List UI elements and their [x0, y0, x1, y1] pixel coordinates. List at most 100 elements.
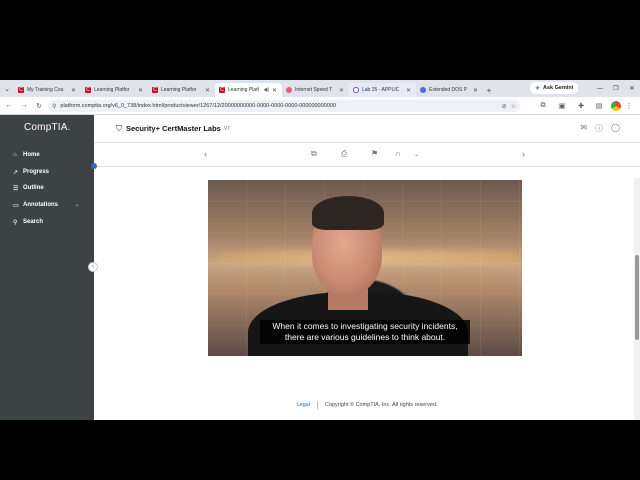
progress-dot — [91, 163, 97, 169]
tab-label: Internet Speed T — [295, 87, 333, 93]
chevron-down-icon[interactable]: ⌄ — [75, 202, 79, 208]
tab-label: Learning Platf — [228, 87, 259, 93]
tab-learning-platform-1[interactable]: C Learning Platfor ✕ — [81, 83, 148, 97]
gemini-icon: ✦ — [535, 85, 541, 92]
sidepanel-icon[interactable]: ▤ — [593, 100, 605, 112]
gauge-icon — [286, 87, 292, 93]
extension-puzzle-icon[interactable]: ✚ — [575, 100, 587, 112]
tab-my-training[interactable]: C My Training Cou ✕ — [14, 83, 81, 97]
back-icon[interactable]: ← — [3, 100, 15, 112]
copyright-text: Copyright © CompTIA, Inc. All rights res… — [324, 402, 438, 408]
sidebar-item-label: Home — [23, 152, 40, 158]
tab-internet-speed[interactable]: Internet Speed T ✕ — [282, 83, 349, 97]
extensions-icon[interactable]: ⧉ — [537, 100, 549, 112]
tab-extended-dos[interactable]: Extended DOS P ✕ — [416, 83, 483, 97]
tab-search-icon[interactable]: ⌄ — [0, 80, 14, 97]
collapse-sidebar-button[interactable]: ‹ — [88, 262, 98, 272]
close-icon[interactable]: ✕ — [472, 87, 479, 94]
browser-toolbar: ← → ↻ ⚲ platform.comptia.org/v6_0_738/in… — [0, 97, 640, 115]
sidebar-item-annotations[interactable]: ▭ Annotations ⌄ — [13, 199, 79, 211]
maximize-icon[interactable]: ❐ — [608, 80, 624, 97]
reload-icon[interactable]: ↻ — [33, 100, 45, 112]
search-icon: ⚲ — [13, 219, 18, 226]
comptia-icon: C — [219, 87, 225, 93]
sidebar-item-label: Annotations — [23, 202, 58, 208]
page-title: Security+ CertMaster Labs — [126, 124, 221, 133]
footer: Legal Copyright © CompTIA, Inc. All righ… — [94, 399, 640, 411]
legal-link[interactable]: Legal — [296, 402, 309, 408]
tab-learning-platform-active[interactable]: C Learning Platf ◀) ✕ — [215, 83, 282, 97]
forward-icon[interactable]: → — [18, 100, 30, 112]
new-tab-button[interactable]: + — [483, 83, 495, 97]
version-badge: V7 — [223, 125, 230, 132]
comptia-logo[interactable]: CompTIA. — [24, 122, 71, 133]
profile-avatar[interactable] — [611, 101, 621, 111]
scrollbar-thumb[interactable] — [635, 255, 639, 340]
ask-gemini-button[interactable]: ✦ Ask Gemini — [530, 82, 579, 94]
tab-lab-25[interactable]: Lab 25 - APPLIC ✕ — [349, 83, 416, 97]
sidebar: CompTIA. ⌂ Home ↗ Progress ☰ Outline ▭ A… — [0, 115, 94, 420]
list-icon: ☰ — [13, 185, 19, 192]
main-content: When it comes to investigating security … — [94, 167, 640, 420]
viewer-toolbar: ‹ ⧉ ⎙ ⚑ ∩ ⌄ › — [94, 143, 640, 167]
sidebar-item-outline[interactable]: ☰ Outline — [13, 182, 44, 194]
speaker-icon[interactable]: ◀) — [263, 87, 269, 93]
shield-icon: ⛉ — [116, 123, 122, 133]
site-info-icon[interactable]: ⚲ — [52, 103, 56, 110]
ask-gemini-label: Ask Gemini — [543, 85, 574, 91]
close-icon[interactable]: ✕ — [271, 87, 278, 94]
tab-learning-platform-2[interactable]: C Learning Platfor ✕ — [148, 83, 215, 97]
chevron-down-icon[interactable]: ⌄ — [414, 151, 419, 158]
tab-label: Extended DOS P — [429, 87, 468, 93]
minimize-icon[interactable]: — — [592, 80, 608, 97]
bookmark-star-icon[interactable]: ☆ — [511, 103, 516, 110]
tab-strip: ⌄ C My Training Cou ✕ C Learning Platfor… — [0, 80, 640, 97]
video-player[interactable]: When it comes to investigating security … — [208, 180, 522, 356]
presenter-hair — [312, 196, 384, 230]
ring-icon — [353, 87, 359, 93]
reading-list-icon[interactable]: ▣ — [556, 100, 568, 112]
browser-window: ⌄ C My Training Cou ✕ C Learning Platfor… — [0, 80, 640, 420]
close-icon[interactable]: ✕ — [204, 87, 211, 94]
close-icon[interactable]: ✕ — [137, 87, 144, 94]
print-icon[interactable]: ⎙ — [341, 149, 347, 159]
tab-label: Learning Platfor — [161, 87, 197, 93]
video-caption: When it comes to investigating security … — [260, 320, 470, 344]
chart-icon: ↗ — [13, 169, 19, 176]
window-controls: — ❐ ✕ — [592, 80, 640, 97]
tab-label: Lab 25 - APPLIC — [362, 87, 400, 93]
letterbox-bottom — [0, 420, 640, 480]
mail-icon[interactable]: ✉ — [580, 123, 587, 134]
caption-line-1: When it comes to investigating security … — [272, 321, 458, 331]
close-icon[interactable]: ✕ — [70, 87, 77, 94]
help-icon[interactable]: ⓘ — [595, 123, 603, 134]
menu-dots-icon[interactable]: ⋮ — [623, 100, 635, 112]
previous-page-icon[interactable]: ‹ — [204, 149, 207, 159]
comptia-icon: C — [85, 87, 91, 93]
sidebar-item-label: Progress — [23, 169, 50, 175]
eye-off-icon[interactable]: ⊘ — [502, 103, 507, 110]
url-text: platform.comptia.org/v6_0_738/index.html… — [60, 103, 336, 109]
copy-icon[interactable]: ⧉ — [311, 149, 317, 159]
close-window-icon[interactable]: ✕ — [624, 80, 640, 97]
tab-label: My Training Cou — [27, 87, 64, 93]
footer-divider — [316, 401, 318, 409]
sidebar-item-progress[interactable]: ↗ Progress — [13, 166, 49, 178]
sidebar-item-label: Outline — [23, 185, 44, 191]
globe-icon — [420, 87, 426, 93]
sidebar-item-home[interactable]: ⌂ Home — [13, 149, 40, 161]
bookmark-icon[interactable]: ⚑ — [371, 149, 378, 158]
letterbox-top — [0, 0, 640, 80]
close-icon[interactable]: ✕ — [338, 87, 345, 94]
sidebar-item-search[interactable]: ⚲ Search — [13, 216, 43, 228]
tab-label: Learning Platfor — [94, 87, 130, 93]
sidebar-item-label: Search — [23, 219, 44, 225]
comptia-icon: C — [152, 87, 158, 93]
next-page-icon[interactable]: › — [522, 149, 525, 159]
user-icon[interactable]: ◯ — [611, 123, 620, 134]
app-header: ⛉ Security+ CertMaster Labs V7 ✉ ⓘ ◯ — [94, 115, 640, 143]
close-icon[interactable]: ✕ — [405, 87, 412, 94]
annotation-icon: ▭ — [13, 202, 19, 209]
address-bar[interactable]: ⚲ platform.comptia.org/v6_0_738/index.ht… — [48, 100, 520, 112]
headphones-icon[interactable]: ∩ — [395, 149, 401, 158]
